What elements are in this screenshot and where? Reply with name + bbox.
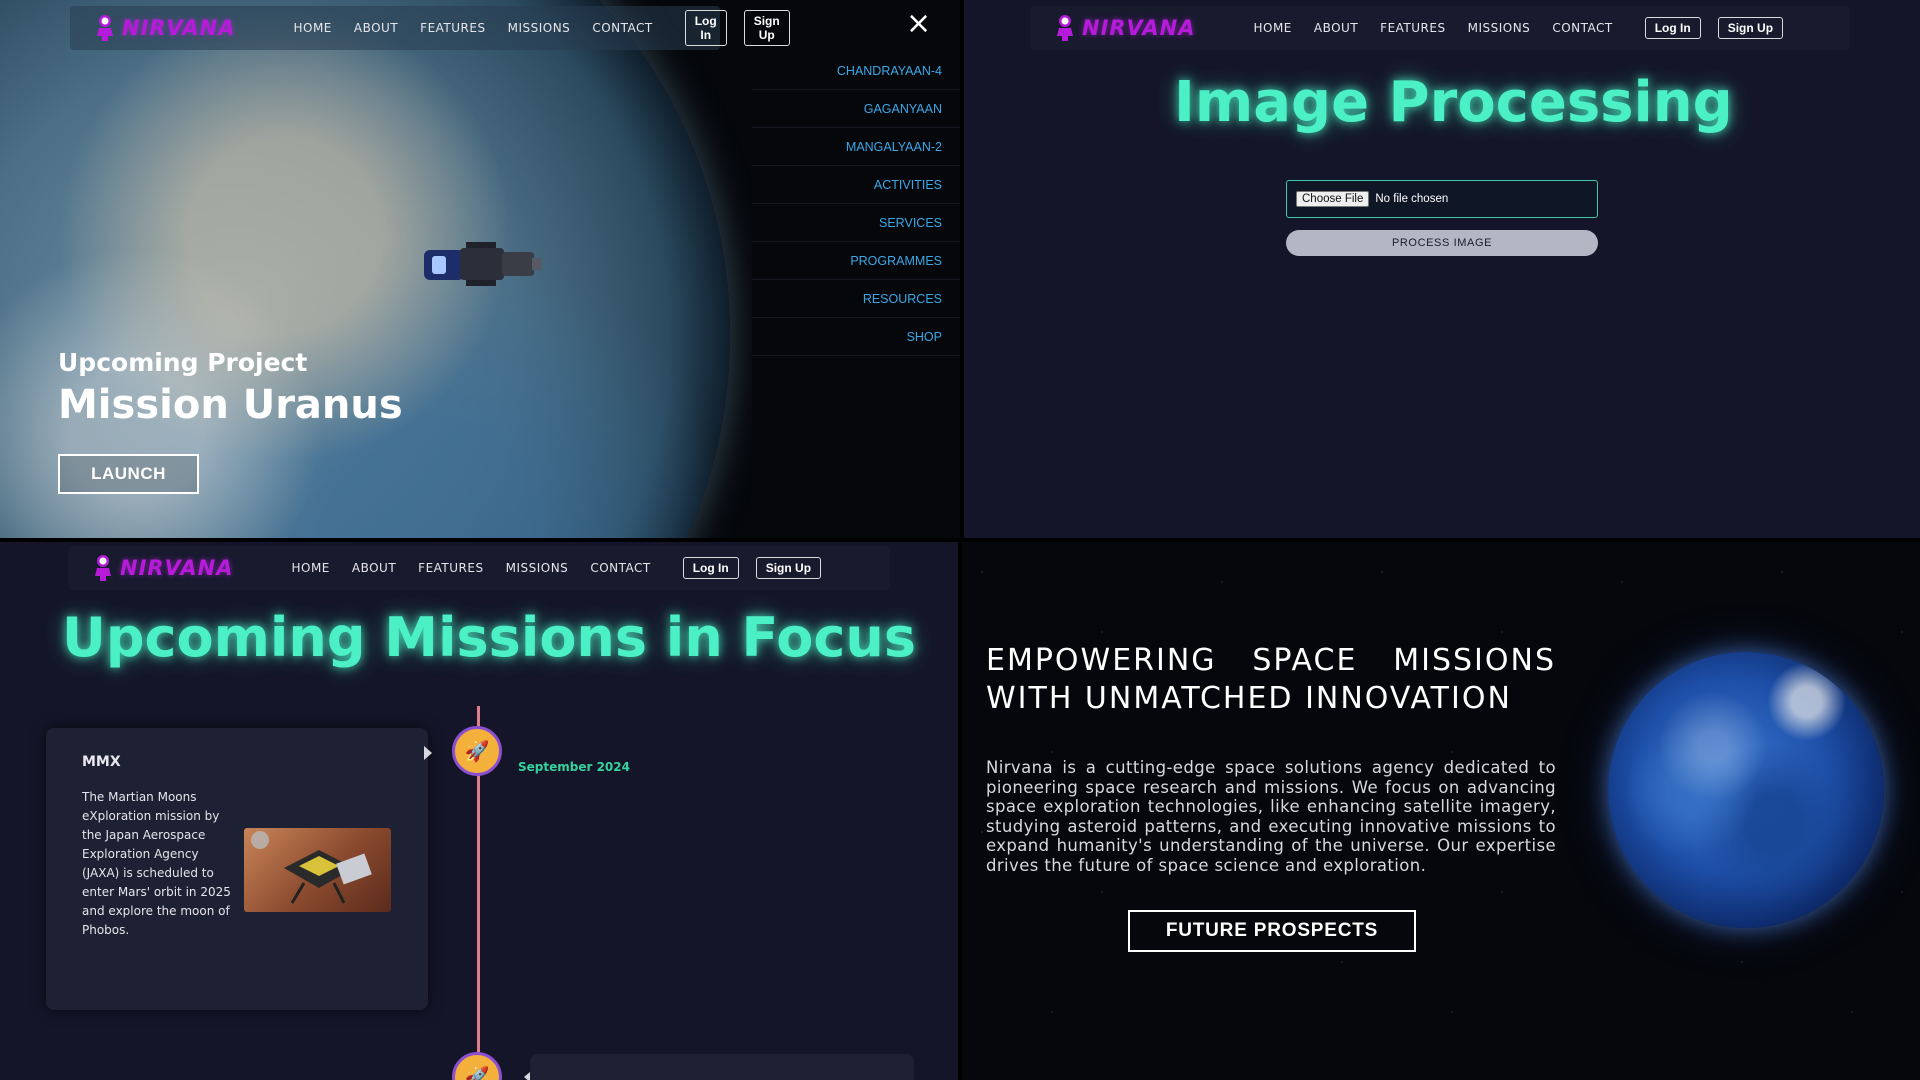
nav-contact[interactable]: CONTACT [1552,21,1612,35]
mission-card [530,1054,914,1080]
nav-features[interactable]: FEATURES [1380,21,1445,35]
brand-logo[interactable]: NIRVANA [94,14,235,42]
menu-item-activities[interactable]: ACTIVITIES [752,166,960,204]
brand-name: NIRVANA [120,556,234,580]
brand-logo[interactable]: NIRVANA [1054,14,1195,42]
about-text: Nirvana is a cutting-edge space solution… [986,758,1556,875]
spaceship-image [424,242,542,286]
hero-subtitle: Upcoming Project [58,348,308,377]
menu-item-mangalyaan-2[interactable]: MANGALYAAN-2 [752,128,960,166]
nav-features[interactable]: FEATURES [418,561,483,575]
nav-contact[interactable]: CONTACT [592,21,652,35]
brand-logo[interactable]: NIRVANA [92,554,233,582]
missions-panel: NIRVANA HOME ABOUT FEATURES MISSIONS CON… [0,542,958,1080]
nav-missions[interactable]: MISSIONS [508,21,571,35]
menu-item-shop[interactable]: SHOP [752,318,960,356]
side-menu: CHANDRAYAAN-4 GAGANYAAN MANGALYAAN-2 ACT… [752,52,960,538]
astronaut-logo-icon [97,15,113,41]
image-processing-panel: NIRVANA HOME ABOUT FEATURES MISSIONS CON… [964,0,1920,538]
nav-links: HOME ABOUT FEATURES MISSIONS CONTACT [293,21,652,35]
nav-features[interactable]: FEATURES [420,21,485,35]
astronaut-logo-icon [1057,15,1073,41]
nav-home[interactable]: HOME [291,561,329,575]
nav-missions[interactable]: MISSIONS [506,561,569,575]
nav-contact[interactable]: CONTACT [590,561,650,575]
choose-file-button[interactable]: Choose File [1296,191,1370,207]
login-button[interactable]: Log In [682,557,739,579]
mission-image [244,828,391,912]
hero-panel: NIRVANA HOME ABOUT FEATURES MISSIONS CON… [0,0,960,538]
brand-name: NIRVANA [1082,16,1196,40]
menu-item-resources[interactable]: RESOURCES [752,280,960,318]
rocket-icon: 🚀 [452,1052,502,1080]
menu-item-gaganyaan[interactable]: GAGANYAAN [752,90,960,128]
menu-item-programmes[interactable]: PROGRAMMES [752,242,960,280]
process-image-button[interactable]: PROCESS IMAGE [1286,230,1598,256]
spacecraft-image [251,831,372,904]
card-pointer [424,746,432,760]
nav-missions[interactable]: MISSIONS [1468,21,1531,35]
mission-card: MMX The Martian Moons eXploration missio… [46,728,428,1010]
file-status-text: No file chosen [1375,193,1449,205]
login-button[interactable]: Log In [684,10,727,46]
auth-buttons: Log In Sign Up [682,557,822,579]
signup-button[interactable]: Sign Up [755,557,822,579]
login-button[interactable]: Log In [1644,17,1701,39]
nav-links: HOME ABOUT FEATURES MISSIONS CONTACT [1253,21,1612,35]
future-prospects-button[interactable]: FUTURE PROSPECTS [1128,910,1416,952]
nav-home[interactable]: HOME [293,21,331,35]
mission-date: September 2024 [518,760,630,774]
signup-button[interactable]: Sign Up [743,10,790,46]
menu-item-chandrayaan-4[interactable]: CHANDRAYAAN-4 [752,52,960,90]
menu-item-services[interactable]: SERVICES [752,204,960,242]
signup-button[interactable]: Sign Up [1717,17,1784,39]
close-icon[interactable]: × [906,6,931,41]
nav-home[interactable]: HOME [1253,21,1291,35]
launch-button[interactable]: LAUNCH [58,454,199,494]
page-title: Image Processing [1174,70,1733,135]
nav-about[interactable]: ABOUT [1314,21,1358,35]
nav-about[interactable]: ABOUT [354,21,398,35]
nav-links: HOME ABOUT FEATURES MISSIONS CONTACT [291,561,650,575]
auth-buttons: Log In Sign Up [684,10,790,46]
nav-about[interactable]: ABOUT [352,561,396,575]
nav-bar: NIRVANA HOME ABOUT FEATURES MISSIONS CON… [68,546,890,590]
hero-title: Mission Uranus [58,382,403,428]
nav-bar: NIRVANA HOME ABOUT FEATURES MISSIONS CON… [70,6,790,50]
nav-bar: NIRVANA HOME ABOUT FEATURES MISSIONS CON… [1030,6,1850,50]
mission-card-title: MMX [82,754,121,770]
about-panel: EMPOWERING SPACE MISSIONS WITH UNMATCHED… [962,542,1920,1080]
about-title: EMPOWERING SPACE MISSIONS WITH UNMATCHED… [986,643,1556,716]
earth-globe-image [1608,652,1884,928]
astronaut-logo-icon [95,555,111,581]
auth-buttons: Log In Sign Up [1644,17,1784,39]
file-input[interactable]: Choose File No file chosen [1286,180,1598,218]
rocket-icon: 🚀 [452,726,502,776]
mission-card-text: The Martian Moons eXploration mission by… [82,790,231,937]
page-title: Upcoming Missions in Focus [62,606,916,669]
brand-name: NIRVANA [122,16,236,40]
